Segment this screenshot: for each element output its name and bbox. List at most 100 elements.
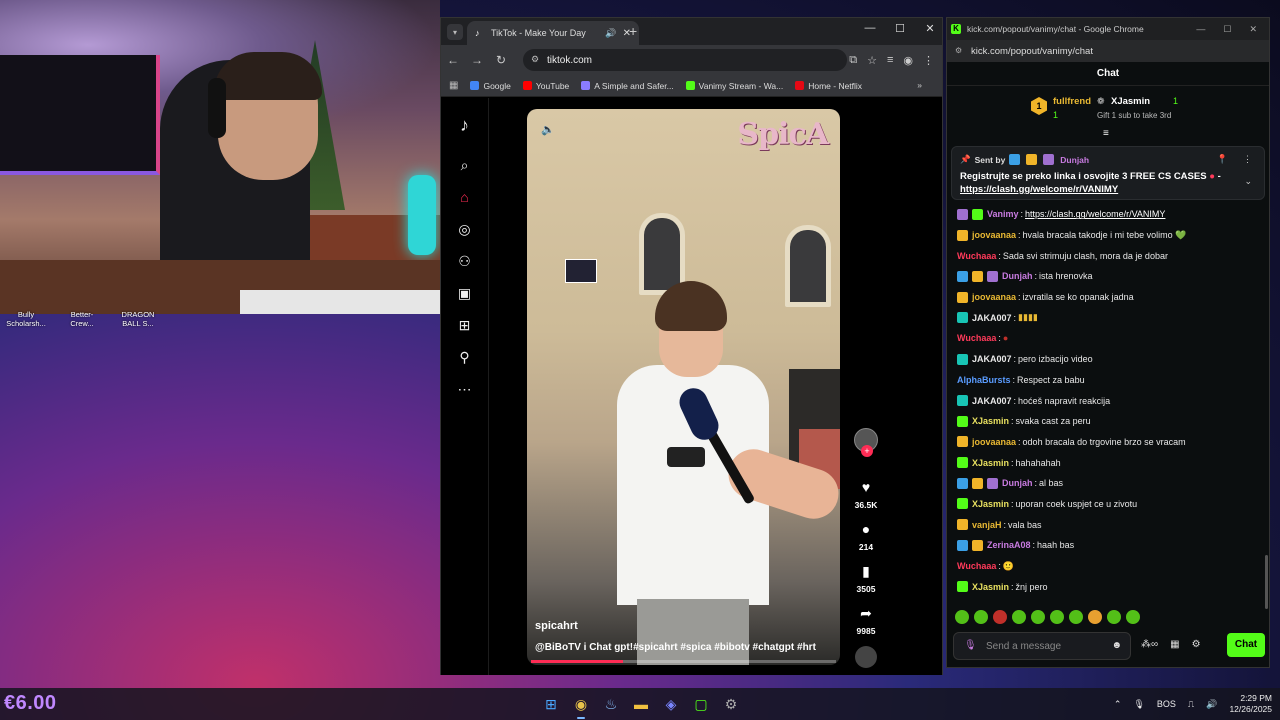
- speaker-icon[interactable]: 🔊: [605, 28, 616, 39]
- chat-username[interactable]: joovaanaa: [972, 230, 1016, 240]
- chat-username[interactable]: vanjaH: [972, 520, 1002, 530]
- gift-sub-prompt[interactable]: Gift 1 sub to take 3rd: [1097, 111, 1171, 120]
- chat-username[interactable]: Vanimy: [987, 209, 1019, 219]
- chat-username[interactable]: ZerinaA08: [987, 540, 1031, 550]
- emote-icon[interactable]: [1069, 610, 1083, 624]
- emote-icon[interactable]: [993, 610, 1007, 624]
- chat-username[interactable]: JAKA007: [972, 396, 1012, 406]
- chat-username[interactable]: Wuchaaa: [957, 251, 996, 261]
- reload-icon[interactable]: ↻: [489, 53, 513, 67]
- address-bar[interactable]: ⚙ tiktok.com: [523, 49, 847, 71]
- upload-icon[interactable]: ⊞: [454, 314, 476, 336]
- minimize-icon[interactable]: —: [1196, 24, 1205, 35]
- site-info-icon[interactable]: ⚙: [955, 46, 962, 55]
- chat-username[interactable]: JAKA007: [972, 313, 1012, 323]
- bookmark-icon[interactable]: ▮: [855, 560, 877, 582]
- steam-icon[interactable]: ♨: [600, 693, 622, 715]
- pinned-link[interactable]: https://clash.gg/welcome/r/VANIMY: [960, 184, 1118, 195]
- kick-address-bar[interactable]: ⚙ kick.com/popout/vanimy/chat: [947, 40, 1269, 62]
- creator-avatar[interactable]: +: [854, 428, 878, 457]
- chat-username[interactable]: JAKA007: [972, 354, 1012, 364]
- discord-icon[interactable]: ◈: [660, 693, 682, 715]
- chat-username[interactable]: AlphaBursts: [957, 375, 1011, 385]
- maximize-icon[interactable]: ☐: [1223, 24, 1231, 35]
- more-bookmarks-icon[interactable]: »: [917, 80, 922, 90]
- send-chat-button[interactable]: Chat: [1227, 633, 1265, 657]
- leaderboard-toggle-icon[interactable]: ≡: [1103, 128, 1109, 139]
- forward-icon[interactable]: →: [465, 53, 489, 67]
- desktop-icon[interactable]: Better-Crew...: [60, 310, 104, 340]
- chat-username[interactable]: joovaanaa: [972, 437, 1016, 447]
- heart-icon[interactable]: ♥: [855, 476, 877, 498]
- emoji-icon[interactable]: ☻: [1111, 640, 1122, 651]
- bookmark-google[interactable]: Google: [470, 81, 511, 91]
- language-indicator[interactable]: BOS: [1157, 699, 1176, 709]
- chevron-down-icon[interactable]: ⌄: [1244, 176, 1252, 187]
- chat-username[interactable]: Wuchaaa: [957, 333, 996, 343]
- comment-icon[interactable]: ●: [855, 518, 877, 540]
- chat-username[interactable]: Dunjah: [1002, 478, 1033, 488]
- chat-message-input[interactable]: 🎙 Send a message ☻: [953, 632, 1131, 660]
- maximize-icon[interactable]: ☐: [892, 22, 908, 35]
- emote-icon[interactable]: [1050, 610, 1064, 624]
- close-window-icon[interactable]: ✕: [1249, 24, 1257, 35]
- profile-icon[interactable]: ◉: [903, 54, 913, 67]
- chat-username[interactable]: joovaanaa: [972, 292, 1016, 302]
- media-icon[interactable]: ≡: [887, 54, 893, 66]
- volume-icon[interactable]: 🔈: [541, 123, 555, 136]
- leaderboard-second-name[interactable]: XJasmin: [1111, 96, 1150, 107]
- follow-plus-icon[interactable]: +: [861, 445, 873, 457]
- chevron-up-icon[interactable]: ⌃: [1114, 699, 1122, 710]
- volume-icon[interactable]: 🔊: [1206, 699, 1217, 710]
- microphone-icon[interactable]: 🎙: [964, 640, 977, 651]
- emote-icon[interactable]: [974, 610, 988, 624]
- share-icon[interactable]: ➦: [855, 602, 877, 624]
- explore-icon[interactable]: ◎: [454, 218, 476, 240]
- search-icon[interactable]: ⌕: [454, 154, 476, 176]
- chat-username[interactable]: Wuchaaa: [957, 561, 996, 571]
- new-tab-icon[interactable]: +: [629, 23, 637, 39]
- more-options-icon[interactable]: ⋮: [1243, 154, 1252, 165]
- video-player[interactable]: SpicA 🔈 spicahrt @BiBoTV i Chat gpt!#spi…: [527, 109, 840, 665]
- following-icon[interactable]: ⚇: [454, 250, 476, 272]
- install-app-icon[interactable]: ⧉: [849, 54, 857, 67]
- chat-username[interactable]: XJasmin: [972, 416, 1009, 426]
- apps-grid-icon[interactable]: ▦: [449, 80, 458, 91]
- chat-link[interactable]: https://clash.gg/welcome/r/VANIMY: [1025, 209, 1165, 219]
- emote-icon[interactable]: [955, 610, 969, 624]
- desktop-icon[interactable]: DRAGON BALL S...: [116, 310, 160, 340]
- kicks-icon[interactable]: ⁂∞: [1141, 639, 1158, 650]
- settings-icon[interactable]: ⚙: [720, 693, 742, 715]
- tab-tiktok[interactable]: ♪ TikTok - Make Your Day 🔊 ✕: [467, 21, 639, 45]
- clock[interactable]: 2:29 PM 12/26/2025: [1229, 693, 1272, 715]
- profile-icon[interactable]: ⚲: [454, 346, 476, 368]
- file-explorer-icon[interactable]: ▬: [630, 693, 652, 715]
- bookmark-vanimy-stream[interactable]: Vanimy Stream - Wa...: [685, 81, 783, 91]
- settings-icon[interactable]: ⚙: [1192, 639, 1201, 650]
- minimize-icon[interactable]: —: [862, 22, 878, 35]
- emote-icon[interactable]: [1012, 610, 1026, 624]
- emote-icon[interactable]: [1088, 610, 1102, 624]
- music-disc-icon[interactable]: [855, 646, 877, 668]
- tiktok-logo-icon[interactable]: ♪: [454, 114, 476, 136]
- chat-username[interactable]: Dunjah: [1002, 271, 1033, 281]
- menu-icon[interactable]: ⋮: [923, 54, 934, 67]
- bookmark-youtube[interactable]: YouTube: [522, 81, 569, 91]
- network-icon[interactable]: ⎍: [1188, 699, 1194, 710]
- emote-icon[interactable]: [1031, 610, 1045, 624]
- chat-username[interactable]: XJasmin: [972, 582, 1009, 592]
- video-caption[interactable]: @BiBoTV i Chat gpt!#spicahrt #spica #bib…: [535, 642, 835, 653]
- bookmark-simple-safer[interactable]: A Simple and Safer...: [581, 81, 674, 91]
- microphone-icon[interactable]: 🎙: [1133, 699, 1144, 710]
- chat-username[interactable]: XJasmin: [972, 458, 1009, 468]
- back-icon[interactable]: ←: [441, 53, 465, 67]
- bookmark-netflix[interactable]: Home - Netflix: [795, 81, 862, 91]
- windows-start-icon[interactable]: ⊞: [540, 693, 562, 715]
- pin-icon[interactable]: 📍: [1217, 154, 1228, 165]
- desktop-icon[interactable]: Bully Scholarsh...: [4, 310, 48, 340]
- close-window-icon[interactable]: ✕: [922, 22, 938, 35]
- site-info-icon[interactable]: ⚙: [531, 54, 539, 65]
- store-icon[interactable]: ▦: [1170, 639, 1179, 650]
- chat-username[interactable]: XJasmin: [972, 499, 1009, 509]
- home-icon[interactable]: ⌂: [454, 186, 476, 208]
